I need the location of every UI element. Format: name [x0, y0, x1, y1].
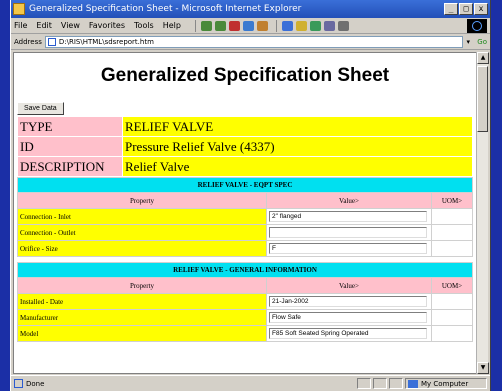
col-uom: UOM> [431, 192, 473, 209]
status-panel [373, 378, 387, 389]
section-header-row: RELIEF VALVE - GENERAL INFORMATION [17, 262, 473, 278]
refresh-icon[interactable] [242, 20, 254, 31]
uom-cell [431, 325, 473, 342]
header-key: ID [17, 136, 123, 157]
address-bar: Address D:\RIS\HTML\sdsreport.htm ▾ Go [11, 34, 490, 50]
maximize-button[interactable]: □ [459, 3, 473, 15]
col-property: Property [17, 277, 267, 294]
col-property: Property [17, 192, 267, 209]
vertical-scrollbar[interactable]: ▲ ▼ [476, 52, 489, 374]
property-label: Installed - Date [17, 293, 267, 310]
table-row: Installed - Date 21-Jan-2002 [17, 293, 473, 310]
section-header-row: RELIEF VALVE - EQPT SPEC [17, 177, 473, 193]
address-value: D:\RIS\HTML\sdsreport.htm [58, 37, 154, 46]
spec-table: RELIEF VALVE - EQPT SPEC Property Value>… [17, 177, 473, 342]
scroll-down-icon[interactable]: ▼ [477, 362, 489, 374]
property-label: Manufacturer [17, 309, 267, 326]
section-title: RELIEF VALVE - GENERAL INFORMATION [17, 262, 473, 278]
value-input[interactable]: Flow Safe [269, 312, 427, 323]
forward-icon[interactable] [214, 20, 226, 31]
ie-throbber-icon [467, 19, 487, 33]
address-dropdown-icon[interactable]: ▾ [463, 36, 473, 48]
favorites-icon[interactable] [295, 20, 307, 31]
ie-icon [13, 3, 25, 15]
menu-edit[interactable]: Edit [36, 21, 52, 30]
value-input[interactable]: 21-Jan-2002 [269, 296, 427, 307]
uom-cell [431, 240, 473, 257]
col-value: Value> [266, 277, 432, 294]
zone-label: My Computer [421, 379, 469, 388]
header-value: Relief Valve [122, 156, 473, 177]
history-icon[interactable] [309, 20, 321, 31]
col-value: Value> [266, 192, 432, 209]
table-row: Connection - Outlet [17, 224, 473, 241]
uom-cell [431, 208, 473, 225]
page-viewport: Generalized Specification Sheet Save Dat… [13, 52, 477, 374]
page-title: Generalized Specification Sheet [100, 65, 390, 86]
header-row: TYPE RELIEF VALVE [17, 116, 473, 137]
header-value: RELIEF VALVE [122, 116, 473, 137]
table-row: Model F85 Soft Seated Spring Operated [17, 325, 473, 342]
col-uom: UOM> [431, 277, 473, 294]
scroll-up-icon[interactable]: ▲ [477, 52, 489, 64]
property-label: Model [17, 325, 267, 342]
status-panel [357, 378, 371, 389]
uom-cell [431, 224, 473, 241]
back-icon[interactable] [200, 20, 212, 31]
home-icon[interactable] [256, 20, 268, 31]
menu-bar: File Edit View Favorites Tools Help [11, 18, 490, 34]
header-row: DESCRIPTION Relief Valve [17, 156, 473, 177]
address-label: Address [14, 37, 42, 46]
value-input[interactable]: F [269, 243, 427, 254]
page-done-icon [14, 379, 23, 388]
column-header-row: Property Value> UOM> [17, 277, 473, 294]
property-label: Connection - Outlet [17, 224, 267, 241]
save-data-button[interactable]: Save Data [17, 102, 64, 115]
search-icon[interactable] [281, 20, 293, 31]
uom-cell [431, 309, 473, 326]
title-bar: Generalized Specification Sheet - Micros… [11, 0, 490, 18]
table-row: Orifice - Size F [17, 240, 473, 257]
section-title: RELIEF VALVE - EQPT SPEC [17, 177, 473, 193]
value-input[interactable]: 2" flanged [269, 211, 427, 222]
computer-icon [408, 379, 418, 388]
browser-window: Generalized Specification Sheet - Micros… [10, 0, 491, 391]
property-label: Connection - Inlet [17, 208, 267, 225]
menu-favorites[interactable]: Favorites [89, 21, 125, 30]
menu-help[interactable]: Help [163, 21, 181, 30]
go-button[interactable]: Go [477, 38, 487, 46]
close-button[interactable]: x [474, 3, 488, 15]
toolbar-separator [194, 19, 196, 32]
page-icon [47, 37, 56, 46]
print-icon[interactable] [337, 20, 349, 31]
toolbar-separator [275, 19, 277, 32]
status-bar: Done My Computer [11, 375, 490, 391]
header-value: Pressure Relief Valve (4337) [122, 136, 473, 157]
minimize-button[interactable]: _ [444, 3, 458, 15]
table-row: Manufacturer Flow Safe [17, 309, 473, 326]
security-zone: My Computer [405, 378, 487, 389]
header-key: DESCRIPTION [17, 156, 123, 177]
stop-icon[interactable] [228, 20, 240, 31]
status-panel [389, 378, 403, 389]
window-title: Generalized Specification Sheet - Micros… [29, 4, 302, 14]
scroll-thumb[interactable] [477, 66, 488, 132]
menu-tools[interactable]: Tools [134, 21, 154, 30]
mail-icon[interactable] [323, 20, 335, 31]
table-row: Connection - Inlet 2" flanged [17, 208, 473, 225]
status-text: Done [26, 379, 45, 388]
uom-cell [431, 293, 473, 310]
header-row: ID Pressure Relief Valve (4337) [17, 136, 473, 157]
header-key: TYPE [17, 116, 123, 137]
property-label: Orifice - Size [17, 240, 267, 257]
value-input[interactable]: F85 Soft Seated Spring Operated [269, 328, 427, 339]
header-table: TYPE RELIEF VALVE ID Pressure Relief Val… [17, 116, 473, 177]
column-header-row: Property Value> UOM> [17, 192, 473, 209]
menu-view[interactable]: View [61, 21, 80, 30]
menu-file[interactable]: File [14, 21, 27, 30]
address-input[interactable]: D:\RIS\HTML\sdsreport.htm [44, 35, 464, 48]
value-input[interactable] [269, 227, 427, 238]
